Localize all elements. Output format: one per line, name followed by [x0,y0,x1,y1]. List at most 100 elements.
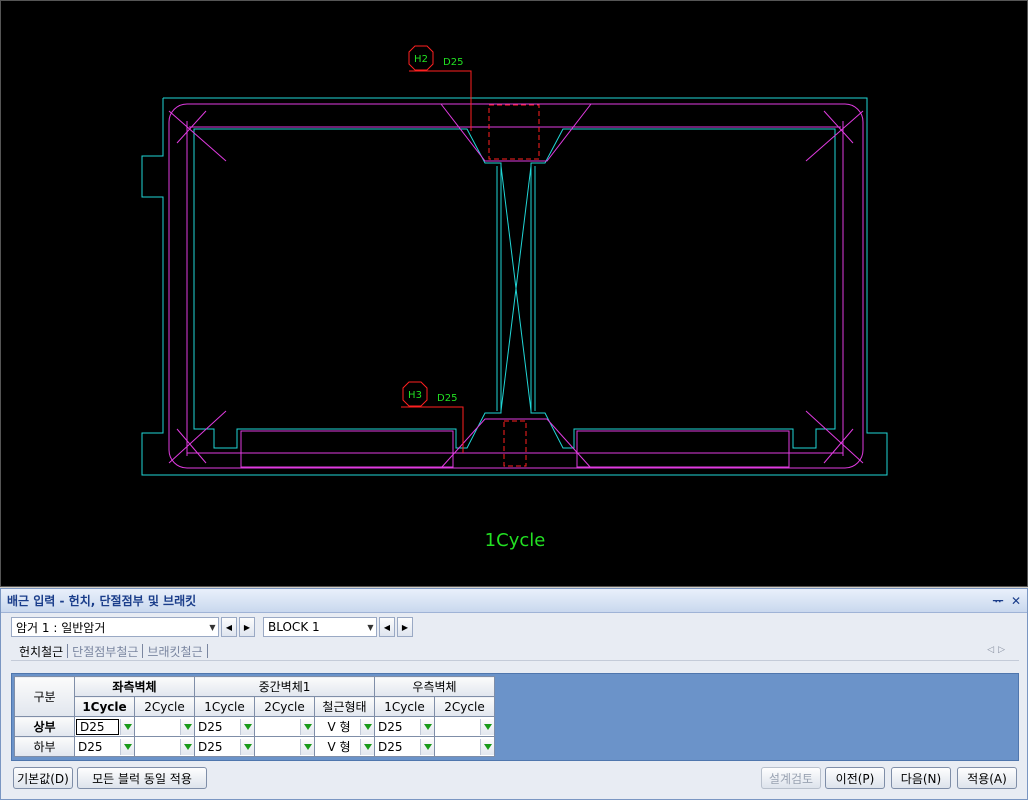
tag-h2-text: H2 [414,54,428,65]
dropdown-arrow-icon[interactable] [300,738,314,755]
cell-value[interactable]: V 형 [315,738,360,755]
leader-top [409,70,472,131]
haunch-mid-top [440,103,592,162]
dropdown-arrow-icon[interactable] [480,718,494,735]
haunch-bl-1 [168,410,227,464]
group-header-right-wall: 우측벽체 [374,676,495,697]
cell-value[interactable]: V 형 [315,718,360,735]
dropdown-arrow-icon[interactable] [420,738,434,755]
tag-h3-rebar: D25 [437,393,457,404]
arrow-right-icon: ▶ [243,622,251,632]
marker-box-top [488,104,540,160]
block-select-value: BLOCK 1 [268,620,320,634]
prev-button[interactable]: 이전(P) [825,767,885,789]
close-icon[interactable]: ✕ [1009,594,1023,608]
cell-value[interactable]: D25 [76,718,119,735]
dropdown-arrow-icon[interactable] [360,718,374,735]
col-header: 1Cycle [194,696,255,717]
haunch-tl-1 [168,110,227,162]
grid-cell[interactable]: D25 [74,716,135,737]
grid-cell[interactable] [134,736,195,757]
grid-cell[interactable] [434,716,495,737]
cell-value[interactable]: D25 [375,740,420,754]
culvert-select[interactable]: 암거 1 : 일반암거 ▼ [11,617,219,637]
tab-discontinuity-rebar[interactable]: 단절점부철근 [68,643,142,660]
default-button[interactable]: 기본값(D) [13,767,73,789]
chevron-down-icon[interactable]: ▼ [207,618,218,636]
table-row: 하부 D25 D25 V 형 D25 [14,736,495,757]
concrete-right-cell [530,128,836,449]
dropdown-arrow-icon[interactable] [420,718,434,735]
col-header: 1Cycle [374,696,435,717]
cell-value[interactable]: D25 [75,740,120,754]
dropdown-arrow-icon[interactable] [240,718,254,735]
dropdown-arrow-icon[interactable] [360,738,374,755]
block-prev-button[interactable]: ◀ [379,617,395,637]
tag-h2-rebar: D25 [443,57,463,68]
apply-all-blocks-button[interactable]: 모든 블럭 동일 적용 [77,767,207,789]
grid-cell[interactable]: D25 [74,736,135,757]
grid-corner-header: 구분 [14,676,75,717]
col-header: 2Cycle [434,696,495,717]
arrow-right-icon: ▶ [401,622,409,632]
table-row: 상부 D25 D25 V 형 D25 [14,716,495,737]
cell-value[interactable]: D25 [195,720,240,734]
grid-cell[interactable]: V 형 [314,736,375,757]
grid-cell[interactable]: D25 [194,716,255,737]
rebar-tabs: 헌치철근 단절점부철근 브래킷철근 [15,643,208,659]
dropdown-arrow-icon[interactable] [300,718,314,735]
grid-cell[interactable]: D25 [374,716,435,737]
tab-bracket-rebar[interactable]: 브래킷철근 [143,643,206,660]
col-header: 철근형태 [314,696,375,717]
culvert-select-value: 암거 1 : 일반암거 [16,620,106,635]
rebar-bottom-right-slab [576,430,790,468]
grid-cell[interactable] [134,716,195,737]
dropdown-arrow-icon[interactable] [120,738,134,755]
marker-box-bottom [503,420,527,467]
cell-value[interactable]: D25 [195,740,240,754]
rebar-grid: 구분 좌측벽체 중간벽체1 우측벽체 1Cycle 2Cycle 1Cycle … [14,676,495,757]
dropdown-arrow-icon[interactable] [480,738,494,755]
arrow-left-icon: ◀ [383,622,391,632]
tab-divider [206,644,208,658]
next-button[interactable]: 다음(N) [891,767,951,789]
rebar-bottom-left-slab [240,430,454,468]
dropdown-arrow-icon[interactable] [180,738,194,755]
haunch-br-2 [823,428,854,464]
apply-button[interactable]: 적용(A) [957,767,1017,789]
block-next-button[interactable]: ▶ [397,617,413,637]
culvert-next-button[interactable]: ▶ [239,617,255,637]
grid-cell[interactable] [254,716,315,737]
culvert-prev-button[interactable]: ◀ [221,617,237,637]
dropdown-arrow-icon[interactable] [240,738,254,755]
tab-scroll-arrows[interactable]: ◁▷ [987,645,1009,655]
leader-bottom [401,406,464,453]
cad-viewport[interactable]: H2 D25 H3 D25 1Cycle [0,0,1028,587]
concrete-outer-outline [141,97,888,476]
block-select[interactable]: BLOCK 1 ▼ [263,617,377,637]
selector-row: 암거 1 : 일반암거 ▼ ◀ ▶ BLOCK 1 ▼ ◀ ▶ [11,617,413,637]
tab-haunch-rebar[interactable]: 헌치철근 [15,643,67,660]
grid-cell[interactable]: V 형 [314,716,375,737]
button-row: 기본값(D) 모든 블럭 동일 적용 설계검토 이전(P) 다음(N) 적용(A… [11,767,1019,791]
row-header-lower: 하부 [14,736,75,757]
panel-title: 배근 입력 - 헌치, 단절점부 및 브래킷 [7,594,197,608]
chevron-down-icon[interactable]: ▼ [365,618,376,636]
dropdown-arrow-icon[interactable] [120,718,134,735]
grid-cell[interactable] [434,736,495,757]
pin-icon[interactable]: ᅲ [991,592,1005,609]
drawing-cycle-label: 1Cycle [485,530,546,551]
grid-cell[interactable] [254,736,315,757]
group-header-left-wall: 좌측벽체 [74,676,195,697]
dropdown-arrow-icon[interactable] [180,718,194,735]
culvert-drawing: H2 D25 H3 D25 1Cycle [141,45,888,551]
grid-cell[interactable]: D25 [374,736,435,757]
arrow-left-icon: ◀ [225,622,233,632]
haunch-bl-2 [176,428,207,464]
rebar-input-panel: 배근 입력 - 헌치, 단절점부 및 브래킷 ᅲ ✕ 암거 1 : 일반암거 ▼… [0,588,1028,800]
grid-cell[interactable]: D25 [194,736,255,757]
col-header: 2Cycle [254,696,315,717]
design-check-button[interactable]: 설계검토 [761,767,821,789]
cell-value[interactable]: D25 [375,720,420,734]
group-header-middle-wall: 중간벽체1 [194,676,375,697]
